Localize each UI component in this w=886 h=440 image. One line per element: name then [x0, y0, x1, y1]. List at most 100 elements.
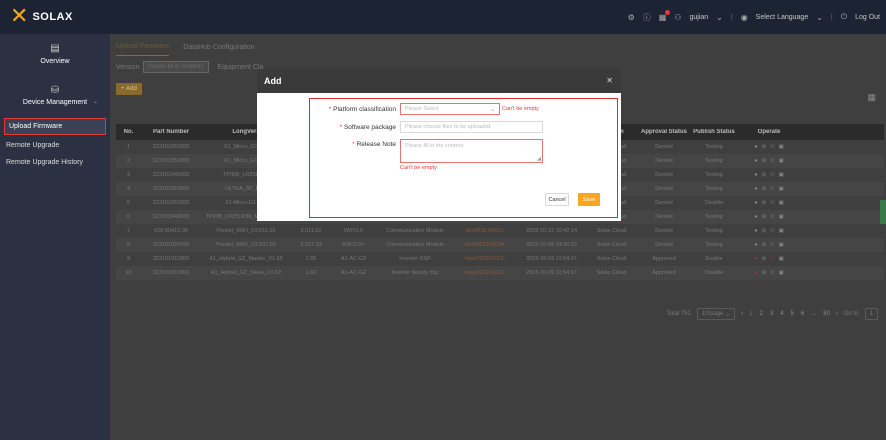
page-number[interactable]: 3: [770, 311, 773, 317]
table-cell[interactable]: /test/618.00415...: [454, 228, 519, 234]
tab-upload-firmware[interactable]: Upload Firmware: [116, 43, 170, 56]
version-input[interactable]: Please fill in contents: [143, 61, 210, 73]
publish-icon[interactable]: ⤬: [770, 214, 774, 221]
view-icon[interactable]: ●: [754, 158, 757, 165]
delete-icon[interactable]: ▣: [779, 228, 784, 235]
delete-icon[interactable]: ▣: [779, 186, 784, 193]
publish-icon[interactable]: ⤬: [770, 186, 774, 193]
delete-icon[interactable]: ▣: [779, 256, 784, 263]
table-cell: A1_Hybrid_G2_Master_V1.65: [209, 256, 283, 262]
publish-icon[interactable]: ⤬: [770, 158, 774, 165]
side-drawer-tab[interactable]: [880, 200, 886, 224]
view-icon[interactable]: ●: [754, 270, 757, 277]
approve-icon[interactable]: ⊘: [762, 256, 767, 263]
page-number[interactable]: 4: [780, 311, 783, 317]
page-number[interactable]: 2: [760, 311, 763, 317]
delete-icon[interactable]: ▣: [779, 158, 784, 165]
approve-icon[interactable]: ⊘: [762, 270, 767, 277]
approve-icon[interactable]: ⊘: [762, 200, 767, 207]
close-icon[interactable]: ✕: [606, 76, 613, 85]
delete-icon[interactable]: ▣: [779, 200, 784, 207]
table-row: 8 323101024700 Pocket_WIFI_V3.037.03 3.037.…: [116, 238, 884, 252]
save-button[interactable]: Save: [578, 193, 600, 206]
user-name[interactable]: gujian: [689, 14, 708, 21]
table-row: 7 618.00415.00 Pocket_WIFI_V3.011.02 3.011.…: [116, 224, 884, 238]
view-icon[interactable]: ●: [754, 172, 757, 179]
notification-icon[interactable]: ▦: [659, 9, 671, 22]
page-number[interactable]: 5: [791, 311, 794, 317]
approve-icon[interactable]: ⊘: [762, 228, 767, 235]
sidebar-item-device-management[interactable]: ⛁ Device Management ⌃: [0, 74, 110, 116]
dialog-header: Add ✕: [257, 69, 621, 93]
approve-icon[interactable]: ⊘: [762, 158, 767, 165]
table-cell: 323101042000: [152, 172, 190, 178]
view-icon[interactable]: ●: [754, 214, 757, 221]
delete-icon[interactable]: ▣: [779, 270, 784, 277]
view-icon[interactable]: ●: [754, 186, 757, 193]
document-icon: ▤: [50, 43, 60, 54]
logout-link[interactable]: Log Out: [855, 14, 880, 21]
delete-icon[interactable]: ▣: [779, 172, 784, 179]
cancel-button[interactable]: Cancel: [545, 193, 569, 206]
publish-icon[interactable]: ⤬: [770, 228, 774, 235]
chevron-down-icon[interactable]: ⌄: [716, 13, 723, 22]
solax-logo[interactable]: ✕ SOLAX: [0, 6, 110, 28]
language-select[interactable]: Select Language: [756, 14, 809, 21]
publish-icon[interactable]: ⤬: [770, 242, 774, 249]
row-actions: ● ⊘ ⤬ ▣: [739, 228, 799, 235]
table-cell[interactable]: /test/323101011...: [454, 256, 519, 262]
delete-icon[interactable]: ▣: [779, 144, 784, 151]
approve-icon[interactable]: ⊘: [762, 214, 767, 221]
page-number[interactable]: 6: [801, 311, 804, 317]
delete-icon[interactable]: ▣: [779, 214, 784, 221]
page-number[interactable]: 1: [749, 311, 752, 317]
sidebar-item-overview[interactable]: ▤ Overview: [0, 34, 110, 74]
sidebar-item-upload-firmware[interactable]: Upload Firmware: [4, 118, 106, 135]
table-cell: Denied: [655, 242, 673, 248]
software-package-input[interactable]: Please choose files to be uploaded: [400, 121, 543, 133]
publish-icon[interactable]: ⤬: [770, 172, 774, 179]
page-number[interactable]: ...: [811, 311, 816, 317]
top-bar: ✕ SOLAX ⚙ ⓘ ▦ ⚇ gujian ⌄ | ◉ Select Lang…: [0, 0, 886, 34]
approve-icon[interactable]: ⊘: [762, 186, 767, 193]
divider: |: [730, 13, 733, 21]
sidebar-item-remote-upgrade-history[interactable]: Remote Upgrade History: [0, 154, 110, 171]
page-number[interactable]: 80: [823, 311, 830, 317]
table-cell[interactable]: /test/323101024...: [454, 242, 519, 248]
tab-datahub-configuration[interactable]: DataHub Configuration: [183, 44, 254, 56]
approve-icon[interactable]: ⊘: [762, 144, 767, 151]
help-icon[interactable]: ⓘ: [643, 12, 651, 23]
view-icon[interactable]: ●: [754, 256, 757, 263]
columns-icon[interactable]: ▦: [867, 92, 876, 103]
approve-icon[interactable]: ⊘: [762, 242, 767, 249]
settings-icon[interactable]: ⚙: [628, 13, 635, 22]
publish-icon[interactable]: ⤬: [770, 256, 774, 263]
resize-handle-icon[interactable]: ◢: [537, 156, 541, 162]
table-cell: Pocket_WIFI_V3.037.03: [216, 242, 276, 248]
platform-placeholder: Please Select: [405, 106, 439, 112]
view-icon[interactable]: ●: [754, 228, 757, 235]
add-button[interactable]: + Add: [116, 83, 142, 95]
next-page-icon[interactable]: ›: [836, 311, 838, 317]
platform-select[interactable]: Please Select ⌄: [400, 103, 500, 115]
table-cell[interactable]: /test/323101011...: [454, 270, 519, 276]
view-icon[interactable]: ●: [754, 144, 757, 151]
release-note-textarea[interactable]: Please fill in the content. ◢: [400, 139, 543, 163]
delete-icon[interactable]: ▣: [779, 242, 784, 249]
view-icon[interactable]: ●: [754, 242, 757, 249]
table-cell: Communication Module: [386, 228, 444, 234]
table-cell: Approved: [652, 270, 676, 276]
publish-icon[interactable]: ⤬: [770, 200, 774, 207]
table-cell: A1-AC-G2: [340, 256, 367, 262]
view-icon[interactable]: ●: [754, 200, 757, 207]
prev-page-icon[interactable]: ‹: [741, 311, 743, 317]
publish-icon[interactable]: ⤬: [770, 144, 774, 151]
note-row: * Release Note Please fill in the conten…: [310, 139, 543, 163]
publish-icon[interactable]: ⤬: [770, 270, 774, 277]
page-size-select[interactable]: 10/page ⌄: [696, 308, 736, 320]
table-cell: 618.00415.00: [154, 228, 188, 234]
approve-icon[interactable]: ⊘: [762, 172, 767, 179]
chevron-down-icon[interactable]: ⌄: [816, 13, 823, 22]
sidebar-item-remote-upgrade[interactable]: Remote Upgrade: [0, 137, 110, 154]
goto-input[interactable]: 1: [864, 308, 878, 320]
